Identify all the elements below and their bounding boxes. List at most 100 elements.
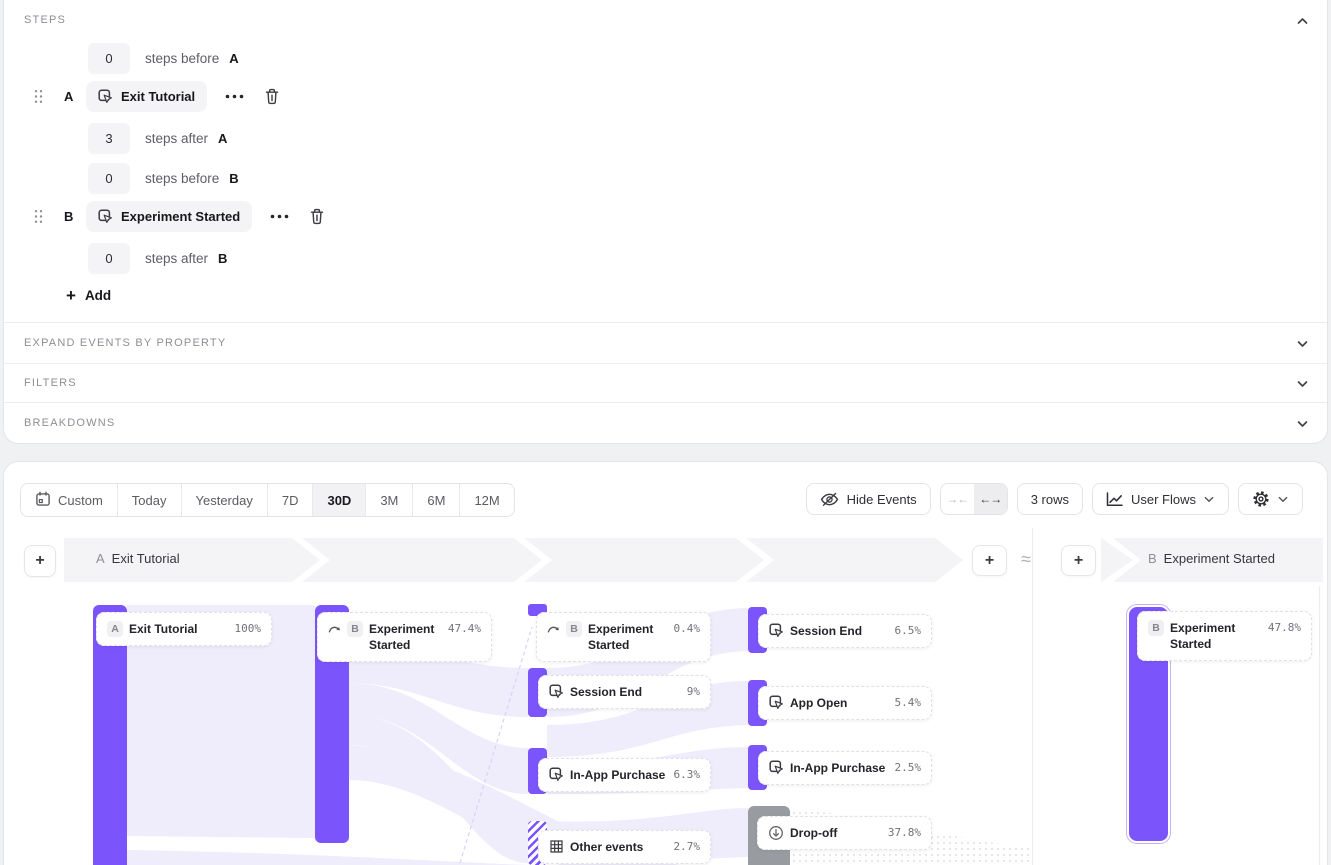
steps-after-a-input[interactable] — [88, 123, 130, 154]
gear-icon — [1252, 490, 1270, 508]
steps-after-a-label: steps after — [145, 131, 208, 146]
date-range-12m-label: 12M — [474, 493, 499, 508]
flow-header-band-left — [64, 538, 964, 582]
approx-symbol: ≈ — [1021, 549, 1031, 570]
chart-toolbar-right: Hide Events →← ←→ 3 rows User Flows — [806, 483, 1303, 515]
repeat-arrow-icon — [328, 624, 341, 634]
flow-step-b-header[interactable]: B Experiment Started — [1148, 551, 1275, 566]
node-percent: 37.8% — [888, 825, 921, 841]
section-breakdowns-label: BREAKDOWNS — [24, 417, 115, 429]
add-step-button[interactable]: + Add — [66, 287, 111, 304]
steps-before-b-ref: B — [229, 171, 238, 186]
date-range-today-label: Today — [132, 493, 167, 508]
date-range-today[interactable]: Today — [117, 484, 181, 516]
node-label: Experiment Started — [369, 621, 442, 653]
node-card-experiment-started-47[interactable]: B Experiment Started 47.4% — [317, 612, 492, 662]
node-card-session-end-65[interactable]: Session End 6.5% — [758, 614, 932, 648]
node-label: In-App Purchase — [790, 760, 889, 776]
node-card-experiment-started-478[interactable]: B Experiment Started 47.8% — [1137, 611, 1312, 661]
steps-before-a-ref: A — [229, 51, 238, 66]
node-percent: 5.4% — [895, 695, 922, 711]
flow-step-a-letter: A — [96, 551, 105, 566]
add-column-left-button[interactable]: + — [24, 545, 56, 577]
collapse-expand-toggle: →← ←→ — [940, 483, 1008, 515]
date-range-6m[interactable]: 6M — [412, 484, 459, 516]
node-label: In-App Purchase — [570, 767, 668, 783]
steps-after-a-ref: A — [218, 131, 227, 146]
expand-icon: ←→ — [979, 492, 1001, 506]
node-label: Experiment Started — [1170, 620, 1262, 652]
date-range-12m[interactable]: 12M — [459, 484, 513, 516]
node-card-experiment-started-04[interactable]: B Experiment Started 0.4% — [536, 612, 711, 662]
step-b-event-chip[interactable]: Experiment Started — [86, 201, 252, 232]
drop-off-icon — [768, 825, 784, 841]
step-b-more-icon[interactable] — [266, 210, 293, 223]
node-label: Other events — [570, 839, 668, 855]
hide-events-button[interactable]: Hide Events — [806, 483, 931, 515]
steps-after-b-row: steps after B — [4, 243, 1327, 274]
node-card-drop-off[interactable]: Drop-off 37.8% — [757, 816, 932, 850]
grid-icon — [549, 839, 564, 854]
chevron-down-icon — [1278, 494, 1289, 505]
view-type-dropdown[interactable]: User Flows — [1092, 483, 1229, 515]
steps-before-a-row: steps before A — [4, 43, 1327, 74]
collapse-columns-button[interactable]: →← — [941, 484, 974, 514]
node-percent: 9% — [687, 684, 700, 700]
step-a-event-chip[interactable]: Exit Tutorial — [86, 81, 207, 112]
node-percent: 47.8% — [1268, 620, 1301, 636]
node-percent: 6.5% — [895, 623, 922, 639]
flow-step-b-letter: B — [1148, 551, 1157, 566]
flow-step-a-header[interactable]: A Exit Tutorial — [96, 551, 180, 566]
settings-dropdown[interactable] — [1238, 483, 1303, 515]
node-card-other-events[interactable]: Other events 2.7% — [538, 830, 711, 864]
date-range-yesterday[interactable]: Yesterday — [181, 484, 267, 516]
steps-after-b-input[interactable] — [88, 243, 130, 274]
section-breakdowns[interactable]: BREAKDOWNS — [4, 402, 1327, 443]
section-expand-events[interactable]: EXPAND EVENTS BY PROPERTY — [4, 322, 1327, 363]
date-range-custom[interactable]: Custom — [21, 484, 117, 516]
trash-icon[interactable] — [307, 206, 327, 227]
drag-handle-icon[interactable] — [34, 209, 43, 224]
add-step-label: Add — [85, 288, 111, 303]
event-icon — [98, 209, 113, 224]
node-card-in-app-purchase-25[interactable]: In-App Purchase 2.5% — [758, 751, 932, 785]
flow-step-b-name: Experiment Started — [1164, 551, 1275, 566]
date-range-30d[interactable]: 30D — [312, 484, 365, 516]
node-card-exit-tutorial[interactable]: A Exit Tutorial 100% — [96, 612, 272, 646]
date-range-7d-label: 7D — [282, 493, 299, 508]
node-label: Experiment Started — [588, 621, 668, 653]
steps-panel: STEPS steps before A A Exit Tutorial — [4, 0, 1327, 443]
steps-after-b-label: steps after — [145, 251, 208, 266]
section-filters-label: FILTERS — [24, 377, 77, 389]
flow-step-a-name: Exit Tutorial — [112, 551, 180, 566]
add-column-before-b-button[interactable]: + — [1061, 545, 1096, 576]
step-b-event-name: Experiment Started — [121, 209, 240, 224]
date-range-3m[interactable]: 3M — [365, 484, 412, 516]
node-label: Drop-off — [790, 825, 882, 841]
step-a-row: A Exit Tutorial — [4, 81, 1327, 112]
event-icon — [769, 623, 784, 638]
date-range-7d[interactable]: 7D — [267, 484, 313, 516]
expand-columns-button[interactable]: ←→ — [974, 484, 1007, 514]
node-card-session-end-9[interactable]: Session End 9% — [538, 675, 711, 709]
chevron-up-icon[interactable] — [1297, 16, 1308, 27]
chevron-down-icon — [1204, 494, 1215, 505]
node-label: Session End — [790, 623, 889, 639]
step-a-letter: A — [64, 89, 75, 104]
step-badge: B — [566, 621, 582, 637]
section-filters[interactable]: FILTERS — [4, 363, 1327, 402]
node-percent: 6.3% — [674, 767, 701, 783]
rows-button[interactable]: 3 rows — [1017, 483, 1083, 515]
steps-after-b-ref: B — [218, 251, 227, 266]
trash-icon[interactable] — [262, 86, 282, 107]
node-label: Exit Tutorial — [129, 621, 229, 637]
node-card-app-open[interactable]: App Open 5.4% — [758, 686, 932, 720]
steps-before-b-input[interactable] — [88, 163, 130, 194]
date-range-30d-label: 30D — [327, 493, 351, 508]
add-column-after-a-button[interactable]: + — [972, 545, 1007, 576]
step-a-more-icon[interactable] — [221, 90, 248, 103]
steps-before-a-input[interactable] — [88, 43, 130, 74]
drag-handle-icon[interactable] — [34, 89, 43, 104]
plus-icon: + — [985, 552, 994, 570]
node-card-in-app-purchase-63[interactable]: In-App Purchase 6.3% — [538, 758, 711, 792]
